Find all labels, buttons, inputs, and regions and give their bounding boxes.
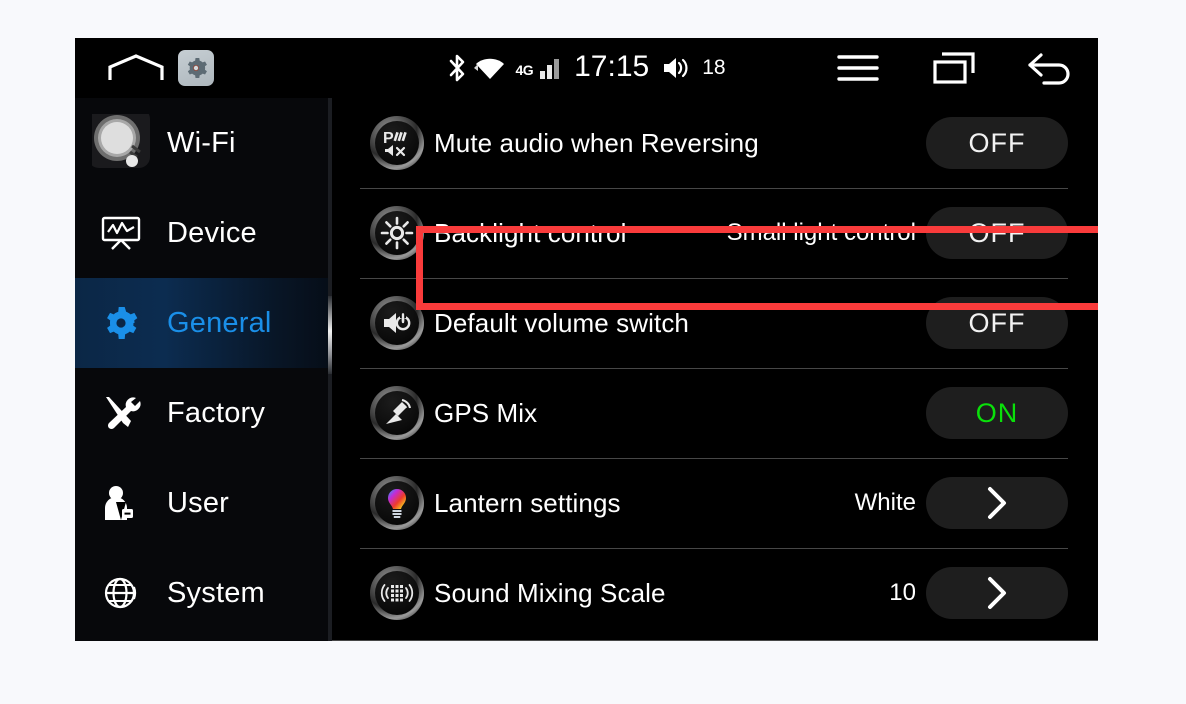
- color-bulb-icon: [360, 476, 434, 530]
- toggle-state: OFF: [968, 217, 1026, 248]
- sidebar-item-label: Factory: [167, 396, 266, 429]
- toggle-button[interactable]: OFF: [926, 297, 1068, 349]
- globe-icon: [75, 575, 167, 611]
- sidebar-item-user[interactable]: User: [75, 458, 332, 548]
- recent-apps-icon[interactable]: [906, 38, 1002, 98]
- gear-icon[interactable]: [178, 50, 214, 86]
- toggle-state: ON: [975, 397, 1019, 428]
- svg-text:P: P: [383, 130, 394, 147]
- network-type-label: 4G: [515, 62, 534, 78]
- table-row[interactable]: Default volume switch OFF: [360, 278, 1068, 368]
- user-icon: [75, 484, 167, 522]
- wifi-dial-icon: [75, 114, 167, 172]
- chevron-button[interactable]: [926, 567, 1068, 619]
- sidebar-item-label: Wi-Fi: [167, 126, 236, 159]
- toggle-state: OFF: [968, 127, 1026, 158]
- sidebar-item-factory[interactable]: Factory: [75, 368, 332, 458]
- setting-value: 10: [889, 579, 916, 606]
- table-row[interactable]: GPS Mix ON: [360, 368, 1068, 458]
- sidebar-item-label: General: [167, 306, 272, 339]
- nav-buttons: [810, 38, 1098, 98]
- chevron-button[interactable]: [926, 477, 1068, 529]
- gps-antenna-icon: [360, 386, 434, 440]
- sidebar-item-wifi[interactable]: Wi-Fi: [75, 98, 332, 188]
- status-bar: 4G 17:15 18: [75, 38, 1098, 98]
- setting-label: Mute audio when Reversing: [434, 127, 759, 158]
- volume-power-icon: [360, 296, 434, 350]
- brightness-icon: [360, 206, 434, 260]
- settings-body: Wi-Fi Device General Factory User System…: [75, 98, 1098, 641]
- head-unit-screen: 4G 17:15 18 Wi-Fi Device General Factory…: [75, 38, 1098, 641]
- sidebar-nav: Wi-Fi Device General Factory User System: [75, 98, 332, 641]
- setting-label: Lantern settings: [434, 487, 621, 518]
- setting-label: GPS Mix: [434, 397, 538, 428]
- tools-icon: [75, 393, 167, 433]
- wifi-icon: [474, 55, 506, 81]
- parking-mute-icon: P: [360, 116, 434, 170]
- sidebar-item-label: System: [167, 576, 265, 609]
- table-row[interactable]: Backlight control Small light control OF…: [360, 188, 1068, 278]
- list-bottom-divider: [332, 640, 1098, 641]
- clock-time: 17:15: [574, 50, 650, 83]
- chevron-right-icon: [988, 577, 1006, 609]
- sidebar-item-device[interactable]: Device: [75, 188, 332, 278]
- sidebar-item-general[interactable]: General: [75, 278, 332, 368]
- setting-value: Small light control: [726, 219, 916, 246]
- toggle-button[interactable]: ON: [926, 387, 1068, 439]
- table-row[interactable]: Lantern settings White: [360, 458, 1068, 548]
- bluetooth-icon: [447, 53, 467, 83]
- table-row[interactable]: Sound Mixing Scale 10: [360, 548, 1068, 638]
- table-row[interactable]: P Mute audio when Reversing OFF: [360, 98, 1068, 188]
- toggle-button[interactable]: OFF: [926, 117, 1068, 169]
- sidebar-item-label: Device: [167, 216, 257, 249]
- gear-icon: [75, 306, 167, 340]
- equalizer-icon: [360, 566, 434, 620]
- speaker-icon: [662, 55, 690, 81]
- setting-label: Sound Mixing Scale: [434, 577, 666, 608]
- sidebar-item-label: User: [167, 486, 230, 519]
- volume-level: 18: [702, 56, 726, 79]
- setting-value: White: [854, 489, 916, 516]
- signal-bars-icon: [540, 57, 560, 79]
- sidebar-item-system[interactable]: System: [75, 548, 332, 638]
- device-monitor-icon: [75, 215, 167, 251]
- toggle-state: OFF: [968, 307, 1026, 338]
- chevron-right-icon: [988, 487, 1006, 519]
- settings-list: P Mute audio when Reversing OFF Backligh…: [332, 98, 1098, 641]
- setting-label: Default volume switch: [434, 307, 689, 338]
- back-arrow-icon[interactable]: [1002, 38, 1098, 98]
- hamburger-menu-icon[interactable]: [810, 38, 906, 98]
- home-icon[interactable]: [108, 54, 164, 82]
- toggle-button[interactable]: OFF: [926, 207, 1068, 259]
- setting-label: Backlight control: [434, 217, 627, 248]
